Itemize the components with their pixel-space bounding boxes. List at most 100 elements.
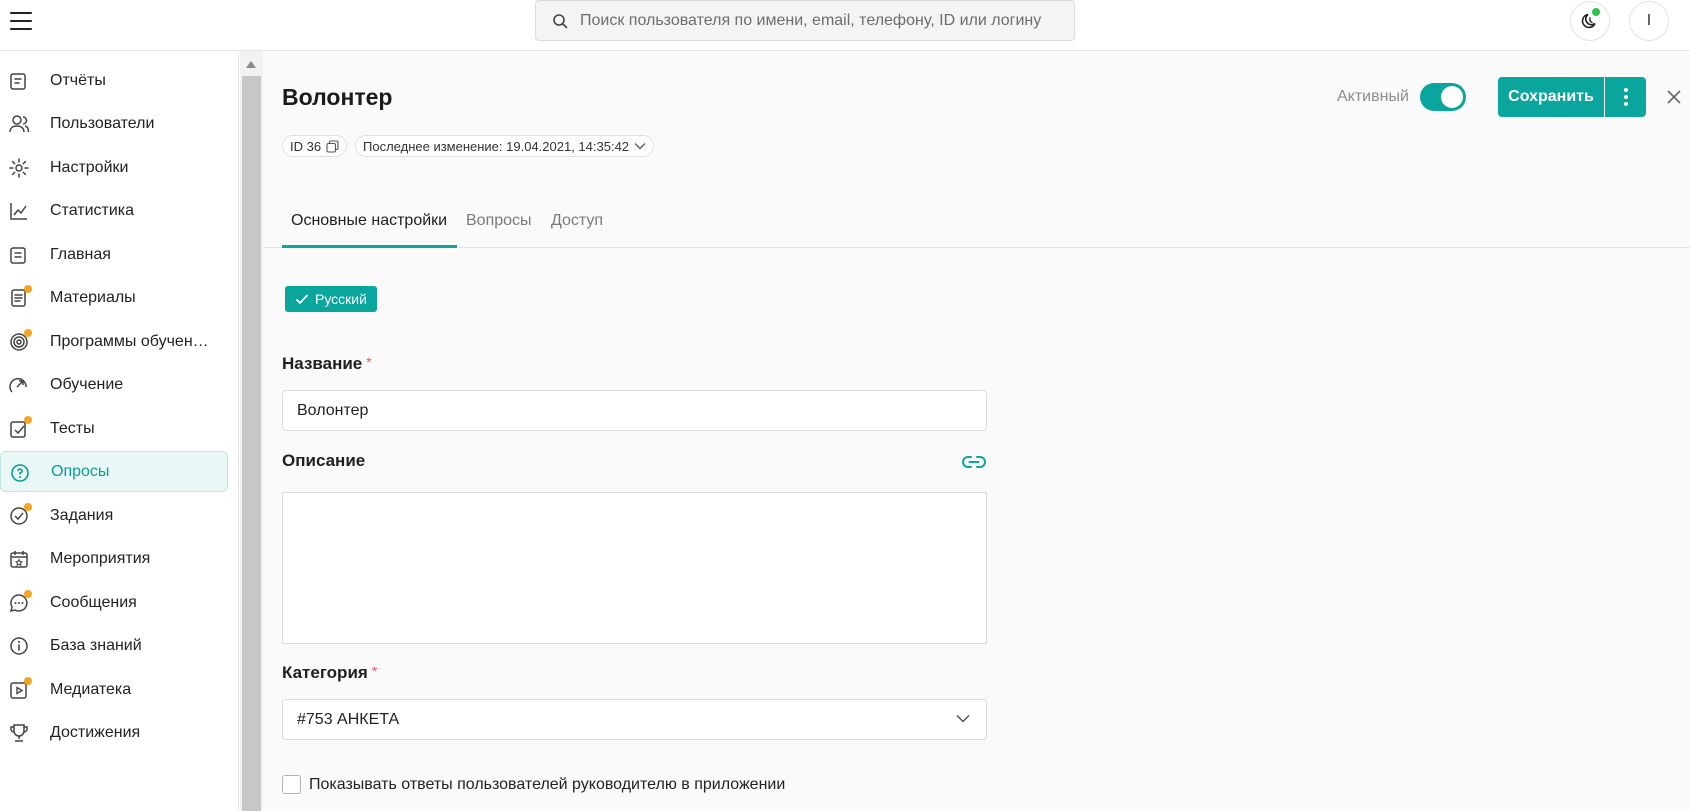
show-answers-option[interactable]: Показывать ответы пользователей руководи… [282,775,785,794]
message-icon [8,590,32,614]
sidebar-item-label: Обучение [50,375,124,393]
test-icon [8,416,32,440]
notification-badge [24,285,32,293]
sidebar-item[interactable]: Тесты [0,408,228,449]
online-indicator [1592,8,1600,16]
survey-icon [9,462,31,484]
report-icon [8,70,30,92]
learning-icon [8,374,30,396]
sidebar-item[interactable]: Настройки [0,147,228,188]
task-icon [8,503,32,527]
chart-icon [8,200,30,222]
search-bar[interactable] [535,0,1075,41]
sidebar-item-label: Главная [50,245,111,263]
toggle-knob [1441,86,1463,108]
category-field-label: Категория * [282,663,378,682]
sidebar-item[interactable]: Статистика [0,190,228,231]
chevron-down-icon [956,714,970,723]
status-label: Активный [1337,88,1409,105]
tab-access[interactable]: Доступ [551,212,603,230]
sidebar-item[interactable]: Медиатека [0,669,228,710]
notification-badge [24,503,32,511]
notification-badge [24,329,32,337]
link-icon[interactable] [960,450,988,474]
sidebar-item-label: Статистика [50,201,135,219]
users-icon [8,113,30,135]
description-field-label: Описание [282,451,366,470]
sidebar-item[interactable]: База знаний [0,625,228,666]
sidebar-item[interactable]: Достижения [0,712,228,753]
sidebar-item-label: Отчёты [50,71,106,89]
document-icon [8,285,32,309]
search-icon [553,13,568,28]
notification-badge [24,416,32,424]
theme-toggle-button[interactable] [1570,1,1610,41]
sidebar-item-label: Программы обучен… [50,332,209,350]
language-chip[interactable]: Русский [285,286,377,312]
gear-icon [8,157,30,179]
sidebar: Отчёты Пользователи Настройки Статистика Гла… [0,51,239,811]
sidebar-item[interactable]: Пользователи [0,103,228,144]
close-icon[interactable] [1664,87,1684,107]
trophy-icon [8,722,30,744]
menu-icon[interactable] [10,12,32,30]
category-select[interactable]: #753 АНКЕТА [282,699,987,740]
sidebar-item[interactable]: Задания [0,495,228,536]
tabs: Основные настройки Вопросы Доступ [263,196,1690,248]
sidebar-item-label: База знаний [50,636,142,654]
sidebar-item-label: Материалы [50,288,136,306]
name-input[interactable]: Волонтер [282,390,987,431]
main-content: Волонтер Активный Сохранить ID 36 Послед… [263,51,1690,811]
avatar[interactable]: I [1629,1,1669,41]
search-input[interactable] [580,11,1050,30]
sidebar-item-label: Мероприятия [50,549,151,567]
sidebar-item[interactable]: Опросы [0,451,228,492]
sidebar-item-label: Тесты [50,419,95,437]
sidebar-item-label: Опросы [51,462,110,480]
calendar-icon [8,548,30,570]
check-icon [295,294,309,305]
sidebar-item[interactable]: Материалы [0,277,228,318]
show-answers-label: Показывать ответы пользователей руководи… [309,775,786,793]
sidebar-item-label: Медиатека [50,680,132,698]
sidebar-item[interactable]: Главная [0,234,228,275]
scrollbar-thumb[interactable] [242,76,261,811]
media-icon [8,677,32,701]
name-field-label: Название * [282,354,372,373]
sidebar-item[interactable]: Мероприятия [0,538,228,579]
scroll-up-arrow-icon[interactable] [246,61,256,68]
page-title: Волонтер [282,84,393,110]
active-tab-underline [282,245,457,248]
top-bar: I [0,0,1690,51]
show-answers-checkbox[interactable] [282,775,301,794]
last-modified-chip[interactable]: Последнее изменение: 19.04.2021, 14:35:4… [355,135,655,157]
home-icon [8,244,30,266]
sidebar-item[interactable]: Обучение [0,364,228,405]
id-chip[interactable]: ID 36 [282,135,348,157]
notification-badge [24,590,32,598]
tab-questions[interactable]: Вопросы [466,212,532,230]
sidebar-item[interactable]: Программы обучен… [0,321,228,362]
category-value: #753 АНКЕТА [297,710,400,728]
language-label: Русский [315,291,367,307]
description-textarea[interactable] [282,492,987,644]
target-icon [8,329,32,353]
save-button[interactable]: Сохранить [1498,77,1604,117]
required-mark: * [366,354,372,370]
info-icon [8,635,30,657]
sidebar-item[interactable]: Сообщения [0,582,228,623]
copy-icon[interactable] [326,139,339,153]
sidebar-item[interactable]: Отчёты [0,60,228,101]
sidebar-item-label: Задания [50,506,114,524]
required-mark: * [371,663,378,679]
sidebar-item-label: Настройки [50,158,129,176]
more-options-button[interactable] [1605,77,1646,117]
sidebar-item-label: Достижения [50,723,141,741]
sidebar-item-label: Сообщения [50,593,137,611]
tab-main-settings[interactable]: Основные настройки [291,212,447,230]
chevron-down-icon [634,143,646,150]
sidebar-scrollbar[interactable] [240,51,263,811]
id-label: ID 36 [290,138,322,154]
sidebar-item-label: Пользователи [50,114,155,132]
active-toggle[interactable] [1420,83,1466,111]
